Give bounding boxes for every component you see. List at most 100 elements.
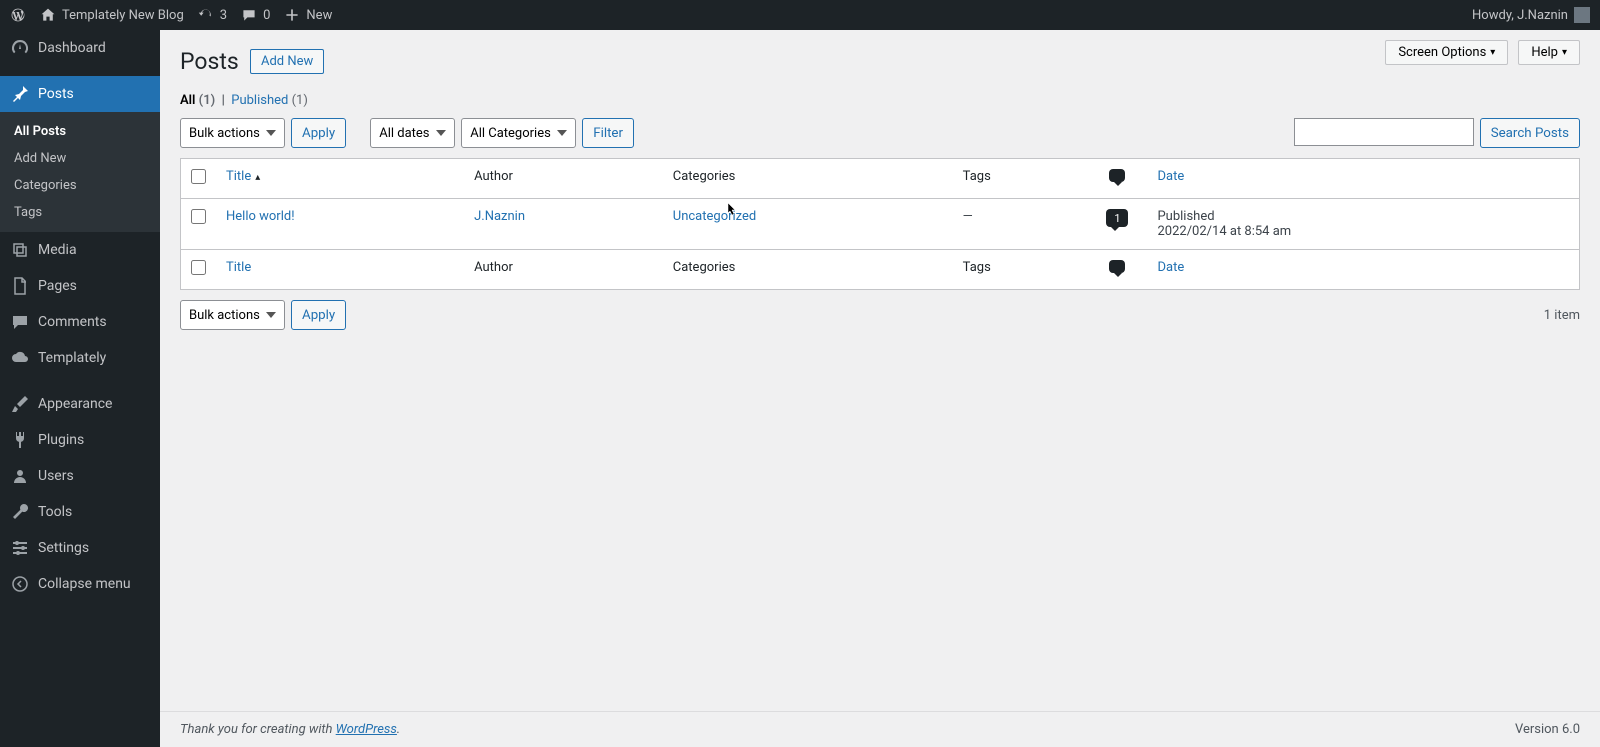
admin-menu: Dashboard Posts All Posts Add New Catego… — [0, 30, 160, 747]
updates-count: 3 — [220, 8, 227, 23]
submenu-add-new[interactable]: Add New — [0, 145, 160, 172]
media-icon — [10, 240, 30, 260]
dashboard-icon — [10, 38, 30, 58]
plus-icon — [284, 7, 300, 23]
bulk-actions-select-bottom[interactable]: Bulk actions — [180, 300, 285, 330]
select-all-top[interactable] — [191, 169, 206, 184]
col-categories[interactable]: Categories — [663, 159, 953, 199]
help-button[interactable]: Help — [1518, 40, 1580, 65]
submenu-categories[interactable]: Categories — [0, 172, 160, 199]
col-comments-foot[interactable] — [1087, 250, 1147, 290]
footer-thanks: Thank you for creating with WordPress. — [180, 722, 400, 737]
submenu-posts: All Posts Add New Categories Tags — [0, 112, 160, 232]
dates-select[interactable]: All dates — [370, 118, 455, 148]
comments-count: 0 — [263, 8, 270, 23]
col-title[interactable]: Title — [216, 159, 464, 199]
update-icon — [198, 7, 214, 23]
menu-plugins-label: Plugins — [38, 432, 84, 448]
home-icon — [40, 7, 56, 23]
menu-plugins[interactable]: Plugins — [0, 422, 160, 458]
wrench-icon — [10, 502, 30, 522]
filter-published[interactable]: Published (1) — [231, 93, 308, 108]
col-date-foot[interactable]: Date — [1147, 250, 1579, 290]
posts-table: Title Author Categories Tags Date Hello … — [180, 158, 1580, 290]
menu-tools-label: Tools — [38, 504, 72, 520]
comment-icon — [1109, 260, 1125, 273]
menu-settings-label: Settings — [38, 540, 89, 556]
new-link[interactable]: New — [284, 7, 332, 23]
plug-icon — [10, 430, 30, 450]
page-icon — [10, 276, 30, 296]
menu-pages-label: Pages — [38, 278, 77, 294]
menu-collapse[interactable]: Collapse menu — [0, 566, 160, 602]
apply-button-top[interactable]: Apply — [291, 118, 346, 148]
footer-version: Version 6.0 — [1515, 722, 1580, 737]
post-author-link[interactable]: J.Naznin — [474, 209, 525, 224]
col-title-foot[interactable]: Title — [216, 250, 464, 290]
menu-posts[interactable]: Posts — [0, 76, 160, 112]
menu-settings[interactable]: Settings — [0, 530, 160, 566]
search-button[interactable]: Search Posts — [1480, 118, 1580, 148]
comments-link[interactable]: 0 — [241, 7, 270, 23]
page-title: Posts — [180, 48, 239, 75]
filter-button[interactable]: Filter — [582, 118, 634, 148]
col-author[interactable]: Author — [464, 159, 663, 199]
menu-pages[interactable]: Pages — [0, 268, 160, 304]
select-all-bottom[interactable] — [191, 260, 206, 275]
collapse-icon — [10, 574, 30, 594]
admin-bar: Templately New Blog 3 0 New Howdy, J.Naz… — [0, 0, 1600, 30]
menu-appearance[interactable]: Appearance — [0, 386, 160, 422]
col-date[interactable]: Date — [1147, 159, 1579, 199]
post-title-link[interactable]: Hello world! — [226, 209, 295, 224]
col-tags[interactable]: Tags — [953, 159, 1088, 199]
menu-media[interactable]: Media — [0, 232, 160, 268]
menu-templately-label: Templately — [38, 350, 106, 366]
add-new-button[interactable]: Add New — [250, 49, 324, 74]
menu-dashboard-label: Dashboard — [38, 40, 106, 56]
comment-count-bubble[interactable]: 1 — [1106, 209, 1128, 227]
post-date: Published2022/02/14 at 8:54 am — [1147, 199, 1579, 250]
site-name: Templately New Blog — [62, 8, 184, 23]
wordpress-link[interactable]: WordPress — [336, 722, 397, 737]
brush-icon — [10, 394, 30, 414]
row-checkbox[interactable] — [191, 209, 206, 224]
bulk-actions-select[interactable]: Bulk actions — [180, 118, 285, 148]
avatar — [1574, 7, 1590, 23]
updates-link[interactable]: 3 — [198, 7, 227, 23]
filter-all[interactable]: All (1) — [180, 93, 215, 108]
status-filter: All (1) | Published (1) — [180, 93, 1580, 108]
post-category-link[interactable]: Uncategorized — [673, 209, 756, 224]
col-comments[interactable] — [1087, 159, 1147, 199]
wp-logo[interactable] — [10, 7, 26, 23]
menu-appearance-label: Appearance — [38, 396, 112, 412]
menu-media-label: Media — [38, 242, 77, 258]
menu-dashboard[interactable]: Dashboard — [0, 30, 160, 66]
menu-comments[interactable]: Comments — [0, 304, 160, 340]
cloud-icon — [10, 348, 30, 368]
comment-icon — [241, 7, 257, 23]
howdy-text: Howdy, J.Naznin — [1472, 8, 1568, 23]
menu-users[interactable]: Users — [0, 458, 160, 494]
submenu-tags[interactable]: Tags — [0, 199, 160, 226]
tablenav-bottom: Bulk actions Apply 1 item — [180, 300, 1580, 330]
menu-tools[interactable]: Tools — [0, 494, 160, 530]
comment-icon — [1109, 169, 1125, 182]
col-categories-foot[interactable]: Categories — [663, 250, 953, 290]
search-input[interactable] — [1294, 118, 1474, 146]
categories-select[interactable]: All Categories — [461, 118, 576, 148]
table-row: Hello world! J.Naznin Uncategorized — 1 … — [181, 199, 1580, 250]
col-tags-foot[interactable]: Tags — [953, 250, 1088, 290]
screen-options-button[interactable]: Screen Options — [1385, 40, 1508, 65]
admin-footer: Thank you for creating with WordPress. V… — [160, 711, 1600, 747]
content: Screen Options Help Posts Add New All (1… — [160, 30, 1600, 747]
apply-button-bottom[interactable]: Apply — [291, 300, 346, 330]
item-count-bottom: 1 item — [1544, 308, 1580, 323]
menu-users-label: Users — [38, 468, 74, 484]
pin-icon — [10, 84, 30, 104]
site-link[interactable]: Templately New Blog — [40, 7, 184, 23]
submenu-all-posts[interactable]: All Posts — [0, 118, 160, 145]
howdy-link[interactable]: Howdy, J.Naznin — [1472, 7, 1590, 23]
col-author-foot[interactable]: Author — [464, 250, 663, 290]
menu-templately[interactable]: Templately — [0, 340, 160, 376]
comments-icon — [10, 312, 30, 332]
